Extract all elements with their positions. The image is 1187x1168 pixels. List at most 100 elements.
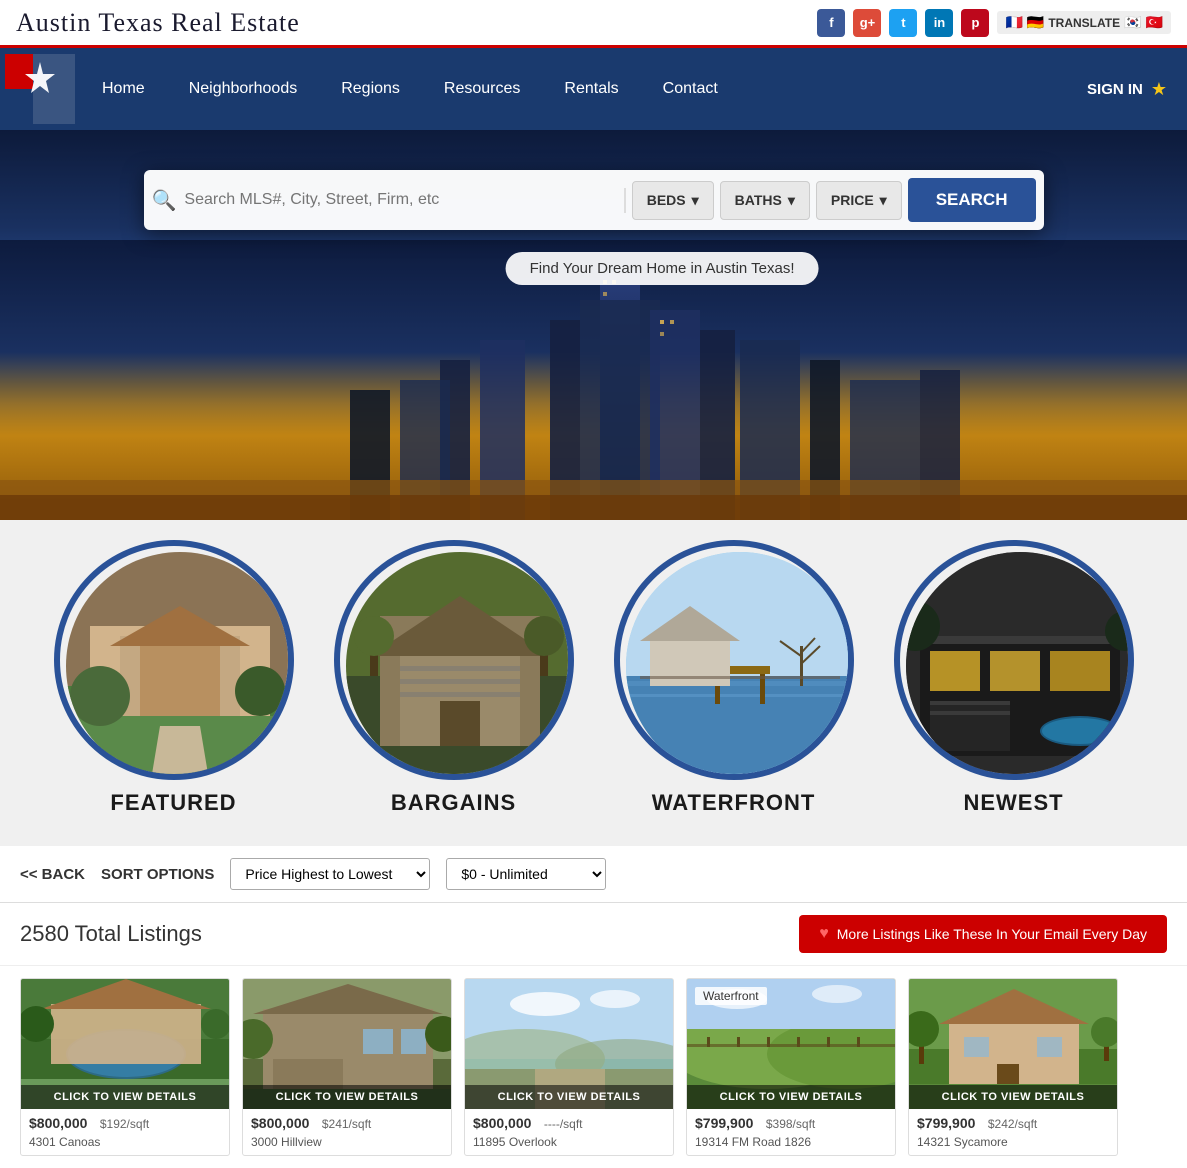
circle-newest[interactable]: NEWEST bbox=[884, 540, 1144, 816]
property-card-2[interactable]: CLICK TO VIEW DETAILS $800,000 $241/sqft… bbox=[242, 978, 452, 1156]
property-image-1[interactable]: CLICK TO VIEW DETAILS bbox=[21, 979, 229, 1109]
property-1-sqft: $192/sqft bbox=[100, 1117, 149, 1131]
sign-in-button[interactable]: SIGN IN bbox=[1087, 81, 1143, 98]
price-dropdown[interactable]: PRICE ▾ bbox=[816, 181, 902, 220]
property-5-price: $799,900 bbox=[917, 1115, 975, 1131]
chevron-down-icon: ▾ bbox=[692, 192, 699, 209]
nav-neighborhoods[interactable]: Neighborhoods bbox=[167, 48, 320, 130]
translate-label: TRANSLATE bbox=[1048, 16, 1120, 30]
property-card-4[interactable]: Waterfront CLICK TO VIEW DETAILS $799,90… bbox=[686, 978, 896, 1156]
logo[interactable] bbox=[0, 48, 80, 130]
property-1-info: $800,000 $192/sqft 4301 Canoas bbox=[21, 1109, 229, 1155]
property-4-sqft: $398/sqft bbox=[766, 1117, 815, 1131]
property-image-5[interactable]: CLICK TO VIEW DETAILS bbox=[909, 979, 1117, 1109]
property-image-4[interactable]: Waterfront CLICK TO VIEW DETAILS bbox=[687, 979, 895, 1109]
property-2-click-overlay[interactable]: CLICK TO VIEW DETAILS bbox=[243, 1085, 451, 1109]
property-5-info: $799,900 $242/sqft 14321 Sycamore bbox=[909, 1109, 1117, 1155]
featured-image-svg bbox=[60, 546, 294, 780]
search-box: 🔍 BEDS ▾ BATHS ▾ PRICE ▾ SEARCH bbox=[144, 170, 1044, 230]
circle-featured[interactable]: FEATURED bbox=[44, 540, 304, 816]
site-title: Austin Texas Real Estate bbox=[16, 8, 300, 38]
back-button[interactable]: << BACK bbox=[20, 866, 85, 883]
nav-regions[interactable]: Regions bbox=[319, 48, 422, 130]
total-listings-count: 2580 Total Listings bbox=[20, 921, 202, 947]
property-image-2[interactable]: CLICK TO VIEW DETAILS bbox=[243, 979, 451, 1109]
logo-star-svg bbox=[5, 54, 75, 124]
featured-label[interactable]: FEATURED bbox=[44, 790, 304, 816]
property-5-address: 14321 Sycamore bbox=[917, 1135, 1109, 1149]
property-2-price: $800,000 bbox=[251, 1115, 309, 1131]
price-range-select[interactable]: $0 - Unlimited $0 - $500,000 $500,000 - … bbox=[446, 858, 606, 890]
search-area: 🔍 BEDS ▾ BATHS ▾ PRICE ▾ SEARCH Find You… bbox=[144, 170, 1044, 285]
property-card-1[interactable]: CLICK TO VIEW DETAILS $800,000 $192/sqft… bbox=[20, 978, 230, 1156]
newest-label[interactable]: NEWEST bbox=[884, 790, 1144, 816]
property-5-sqft: $242/sqft bbox=[988, 1117, 1037, 1131]
facebook-icon[interactable]: f bbox=[817, 9, 845, 37]
beds-dropdown[interactable]: BEDS ▾ bbox=[632, 181, 714, 220]
nav-rentals[interactable]: Rentals bbox=[542, 48, 640, 130]
search-button[interactable]: SEARCH bbox=[908, 178, 1036, 222]
property-5-click-overlay[interactable]: CLICK TO VIEW DETAILS bbox=[909, 1085, 1117, 1109]
google-plus-icon[interactable]: g+ bbox=[853, 9, 881, 37]
property-1-click-overlay[interactable]: CLICK TO VIEW DETAILS bbox=[21, 1085, 229, 1109]
property-1-price: $800,000 bbox=[29, 1115, 87, 1131]
nav-resources[interactable]: Resources bbox=[422, 48, 542, 130]
circle-waterfront[interactable]: WATERFRONT bbox=[604, 540, 864, 816]
chevron-down-icon: ▾ bbox=[880, 192, 887, 209]
bargains-label[interactable]: BARGAINS bbox=[324, 790, 584, 816]
property-2-address: 3000 Hillview bbox=[251, 1135, 443, 1149]
waterfront-badge-4: Waterfront bbox=[695, 987, 767, 1005]
bargains-image-svg bbox=[340, 546, 574, 780]
newest-image-svg bbox=[900, 546, 1134, 780]
circles-section: FEATURED bbox=[0, 520, 1187, 846]
waterfront-label[interactable]: WATERFRONT bbox=[604, 790, 864, 816]
property-4-click-overlay[interactable]: CLICK TO VIEW DETAILS bbox=[687, 1085, 895, 1109]
controls-bar: << BACK SORT OPTIONS Price Highest to Lo… bbox=[0, 846, 1187, 903]
main-nav: Home Neighborhoods Regions Resources Ren… bbox=[80, 48, 1087, 130]
chevron-down-icon: ▾ bbox=[788, 192, 795, 209]
twitter-icon[interactable]: t bbox=[889, 9, 917, 37]
nav-contact[interactable]: Contact bbox=[641, 48, 740, 130]
baths-dropdown[interactable]: BATHS ▾ bbox=[720, 181, 810, 220]
search-input-wrap: 🔍 bbox=[152, 188, 626, 213]
waterfront-image-svg bbox=[620, 546, 854, 780]
property-2-sqft: $241/sqft bbox=[322, 1117, 371, 1131]
heart-icon: ♥ bbox=[819, 925, 829, 943]
property-3-address: 11895 Overlook bbox=[473, 1135, 665, 1149]
top-right-icons: f g+ t in p 🇫🇷 🇩🇪 TRANSLATE 🇰🇷 🇹🇷 bbox=[817, 9, 1171, 37]
property-3-price: $800,000 bbox=[473, 1115, 531, 1131]
featured-circle-image[interactable] bbox=[54, 540, 294, 780]
property-grid: CLICK TO VIEW DETAILS $800,000 $192/sqft… bbox=[0, 966, 1187, 1168]
property-4-price: $799,900 bbox=[695, 1115, 753, 1131]
translate-button[interactable]: 🇫🇷 🇩🇪 TRANSLATE 🇰🇷 🇹🇷 bbox=[997, 11, 1171, 34]
property-3-sqft: ----/sqft bbox=[544, 1117, 583, 1131]
property-image-3[interactable]: CLICK TO VIEW DETAILS bbox=[465, 979, 673, 1109]
email-listings-button[interactable]: ♥ More Listings Like These In Your Email… bbox=[799, 915, 1167, 953]
newest-circle-image[interactable] bbox=[894, 540, 1134, 780]
favorites-star-icon[interactable]: ★ bbox=[1151, 79, 1167, 100]
sort-select[interactable]: Price Highest to Lowest Price Lowest to … bbox=[230, 858, 430, 890]
property-card-5[interactable]: CLICK TO VIEW DETAILS $799,900 $242/sqft… bbox=[908, 978, 1118, 1156]
sort-options-label: SORT OPTIONS bbox=[101, 866, 214, 883]
listings-header: 2580 Total Listings ♥ More Listings Like… bbox=[0, 903, 1187, 966]
property-2-info: $800,000 $241/sqft 3000 Hillview bbox=[243, 1109, 451, 1155]
property-4-address: 19314 FM Road 1826 bbox=[695, 1135, 887, 1149]
waterfront-circle-image[interactable] bbox=[614, 540, 854, 780]
nav-home[interactable]: Home bbox=[80, 48, 167, 130]
hero-section: 🔍 BEDS ▾ BATHS ▾ PRICE ▾ SEARCH Find You… bbox=[0, 130, 1187, 520]
property-1-address: 4301 Canoas bbox=[29, 1135, 221, 1149]
property-4-info: $799,900 $398/sqft 19314 FM Road 1826 bbox=[687, 1109, 895, 1155]
search-input[interactable] bbox=[184, 191, 611, 209]
property-card-3[interactable]: CLICK TO VIEW DETAILS $800,000 ----/sqft… bbox=[464, 978, 674, 1156]
bargains-circle-image[interactable] bbox=[334, 540, 574, 780]
property-3-info: $800,000 ----/sqft 11895 Overlook bbox=[465, 1109, 673, 1155]
nav-right: SIGN IN ★ bbox=[1087, 79, 1167, 100]
top-bar: Austin Texas Real Estate f g+ t in p 🇫🇷 … bbox=[0, 0, 1187, 48]
tagline: Find Your Dream Home in Austin Texas! bbox=[506, 252, 819, 285]
pinterest-icon[interactable]: p bbox=[961, 9, 989, 37]
nav-bar: Home Neighborhoods Regions Resources Ren… bbox=[0, 48, 1187, 130]
linkedin-icon[interactable]: in bbox=[925, 9, 953, 37]
circle-bargains[interactable]: BARGAINS bbox=[324, 540, 584, 816]
property-3-click-overlay[interactable]: CLICK TO VIEW DETAILS bbox=[465, 1085, 673, 1109]
search-icon: 🔍 bbox=[152, 188, 177, 213]
